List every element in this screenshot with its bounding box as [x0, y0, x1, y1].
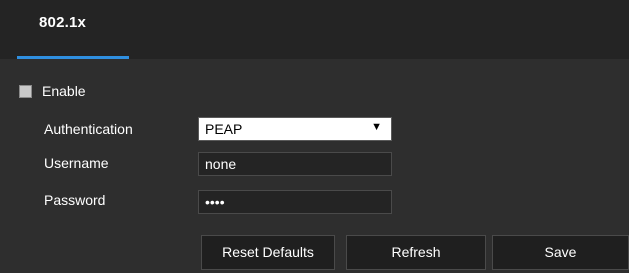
refresh-button[interactable]: Refresh: [346, 235, 486, 270]
chevron-down-icon: ▼: [371, 121, 382, 133]
tab-bar: 802.1x: [0, 0, 629, 59]
password-input[interactable]: ••••: [198, 190, 392, 214]
reset-defaults-button[interactable]: Reset Defaults: [201, 235, 335, 270]
save-button[interactable]: Save: [492, 235, 629, 270]
authentication-value: PEAP: [205, 121, 243, 137]
enable-label: Enable: [42, 83, 86, 99]
enable-checkbox[interactable]: [19, 85, 32, 98]
active-tab-indicator: [17, 56, 129, 59]
authentication-label: Authentication: [44, 121, 133, 137]
tab-label: 802.1x: [39, 14, 87, 31]
settings-panel: 802.1x Enable Authentication PEAP ▼ User…: [0, 0, 629, 273]
username-input[interactable]: none: [198, 152, 392, 176]
password-label: Password: [44, 192, 106, 208]
username-label: Username: [44, 155, 109, 171]
tab-802-1x[interactable]: 802.1x: [17, 0, 129, 59]
authentication-select[interactable]: PEAP ▼: [198, 117, 392, 141]
